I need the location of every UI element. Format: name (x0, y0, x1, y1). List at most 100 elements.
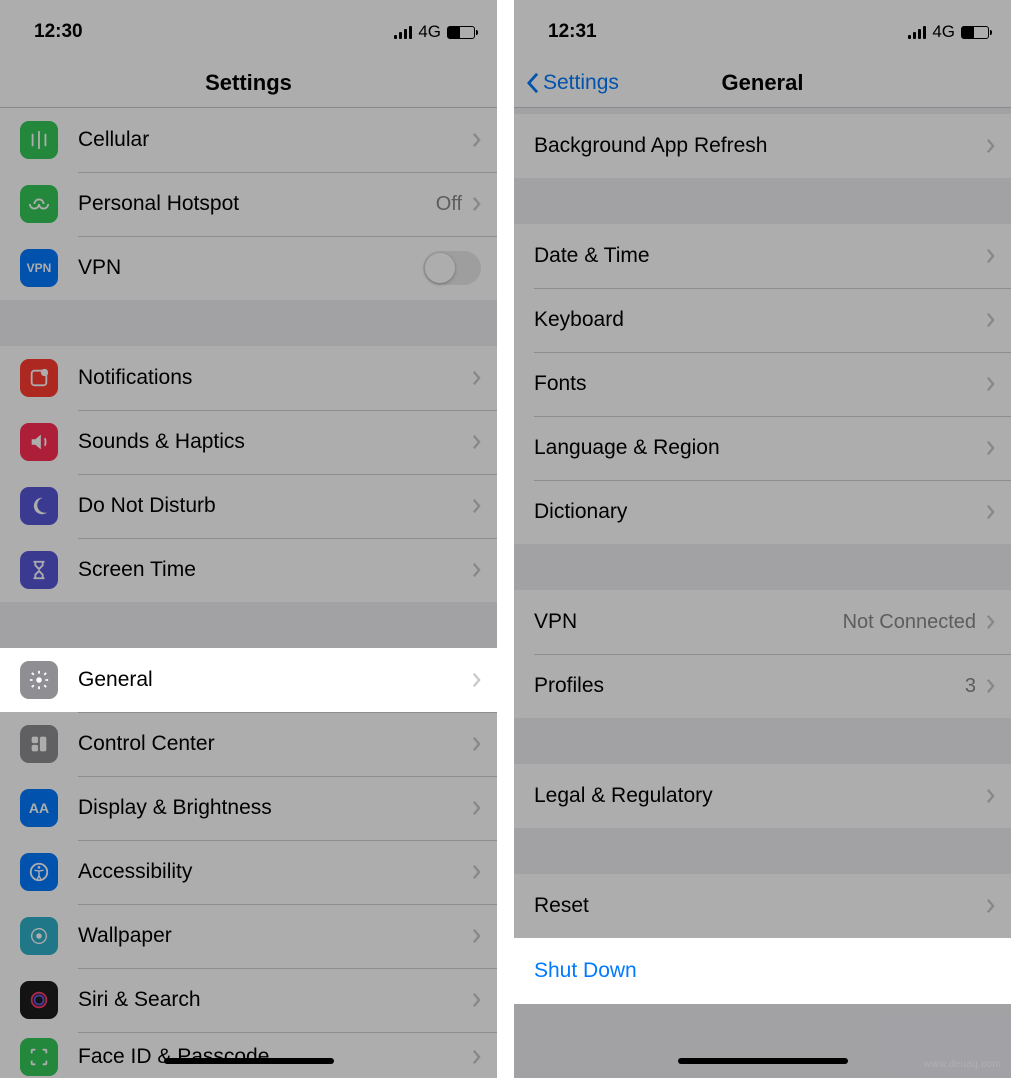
row-label: Fonts (534, 372, 986, 396)
chevron-right-icon (472, 800, 481, 816)
chevron-right-icon (472, 672, 481, 688)
group-network: VPN Not Connected Profiles 3 (514, 590, 1011, 718)
group-general: General Control Center AA Display & Brig… (0, 648, 497, 1078)
row-personal-hotspot[interactable]: Personal Hotspot Off (0, 172, 497, 236)
chevron-right-icon (472, 992, 481, 1008)
row-keyboard[interactable]: Keyboard (514, 288, 1011, 352)
page-title: General (722, 70, 804, 96)
chevron-right-icon (472, 864, 481, 880)
accessibility-icon (20, 853, 58, 891)
row-sounds[interactable]: Sounds & Haptics (0, 410, 497, 474)
chevron-right-icon (986, 678, 995, 694)
hotspot-icon (20, 185, 58, 223)
row-label: Background App Refresh (534, 134, 986, 158)
chevron-right-icon (472, 132, 481, 148)
row-label: Cellular (78, 128, 472, 152)
gear-icon (20, 661, 58, 699)
chevron-right-icon (986, 138, 995, 154)
signal-icon (394, 25, 412, 39)
row-label: Accessibility (78, 860, 472, 884)
row-face-id[interactable]: Face ID & Passcode (0, 1032, 497, 1078)
chevron-right-icon (986, 312, 995, 328)
row-date-time[interactable]: Date & Time (514, 224, 1011, 288)
row-label: Notifications (78, 366, 472, 390)
row-value: Not Connected (843, 611, 976, 634)
row-label: VPN (534, 610, 843, 634)
row-label: Keyboard (534, 308, 986, 332)
chevron-right-icon (472, 1049, 481, 1065)
row-label: General (78, 668, 472, 692)
back-label: Settings (543, 71, 619, 95)
row-reset[interactable]: Reset (514, 874, 1011, 938)
row-label: Screen Time (78, 558, 472, 582)
chevron-right-icon (986, 614, 995, 630)
network-label: 4G (932, 22, 955, 42)
row-accessibility[interactable]: Accessibility (0, 840, 497, 904)
chevron-right-icon (986, 504, 995, 520)
row-label: Legal & Regulatory (534, 784, 986, 808)
row-dictionary[interactable]: Dictionary (514, 480, 1011, 544)
chevron-right-icon (986, 788, 995, 804)
chevron-right-icon (472, 736, 481, 752)
status-bar: 12:31 4G (514, 0, 1011, 58)
row-value: 3 (965, 675, 976, 698)
shutdown-label: Shut Down (534, 959, 637, 983)
back-button[interactable]: Settings (526, 71, 619, 95)
battery-icon (447, 26, 475, 39)
chevron-right-icon (472, 498, 481, 514)
row-background-app-refresh[interactable]: Background App Refresh (514, 114, 1011, 178)
row-shut-down[interactable]: Shut Down (514, 938, 1011, 1004)
watermark: www.deuaq.com (924, 1059, 1001, 1070)
sounds-icon (20, 423, 58, 461)
control-center-icon (20, 725, 58, 763)
row-profiles[interactable]: Profiles 3 (514, 654, 1011, 718)
row-display-brightness[interactable]: AA Display & Brightness (0, 776, 497, 840)
row-fonts[interactable]: Fonts (514, 352, 1011, 416)
hourglass-icon (20, 551, 58, 589)
row-label: Profiles (534, 674, 965, 698)
row-label: Control Center (78, 732, 472, 756)
network-label: 4G (418, 22, 441, 42)
battery-icon (961, 26, 989, 39)
nav-header: Settings (0, 58, 497, 108)
row-label: Reset (534, 894, 986, 918)
home-indicator[interactable] (164, 1058, 334, 1064)
row-vpn[interactable]: VPN Not Connected (514, 590, 1011, 654)
row-cellular[interactable]: Cellular (0, 108, 497, 172)
vpn-icon: VPN (20, 249, 58, 287)
row-wallpaper[interactable]: Wallpaper (0, 904, 497, 968)
row-language-region[interactable]: Language & Region (514, 416, 1011, 480)
row-control-center[interactable]: Control Center (0, 712, 497, 776)
vpn-toggle[interactable] (423, 251, 481, 285)
row-label: Display & Brightness (78, 796, 472, 820)
row-notifications[interactable]: Notifications (0, 346, 497, 410)
moon-icon (20, 487, 58, 525)
status-time: 12:30 (34, 21, 83, 43)
chevron-right-icon (472, 196, 481, 212)
signal-icon (908, 25, 926, 39)
row-siri-search[interactable]: Siri & Search (0, 968, 497, 1032)
row-vpn[interactable]: VPN VPN (0, 236, 497, 300)
chevron-right-icon (472, 928, 481, 944)
home-indicator[interactable] (678, 1058, 848, 1064)
status-bar: 12:30 4G (0, 0, 497, 58)
cellular-icon (20, 121, 58, 159)
row-label: VPN (78, 256, 423, 280)
faceid-icon (20, 1038, 58, 1076)
status-right: 4G (908, 22, 989, 42)
row-label: Dictionary (534, 500, 986, 524)
chevron-right-icon (986, 376, 995, 392)
row-legal-regulatory[interactable]: Legal & Regulatory (514, 764, 1011, 828)
row-general[interactable]: General (0, 648, 497, 712)
notifications-icon (20, 359, 58, 397)
group-notifications: Notifications Sounds & Haptics Do Not Di… (0, 346, 497, 602)
row-label: Siri & Search (78, 988, 472, 1012)
row-label: Wallpaper (78, 924, 472, 948)
row-label: Personal Hotspot (78, 192, 436, 216)
row-screen-time[interactable]: Screen Time (0, 538, 497, 602)
siri-icon (20, 981, 58, 1019)
settings-screen: 12:30 4G Settings Cellular Personal Hots… (0, 0, 497, 1078)
row-label: Do Not Disturb (78, 494, 472, 518)
group-reset: Reset (514, 874, 1011, 938)
row-do-not-disturb[interactable]: Do Not Disturb (0, 474, 497, 538)
